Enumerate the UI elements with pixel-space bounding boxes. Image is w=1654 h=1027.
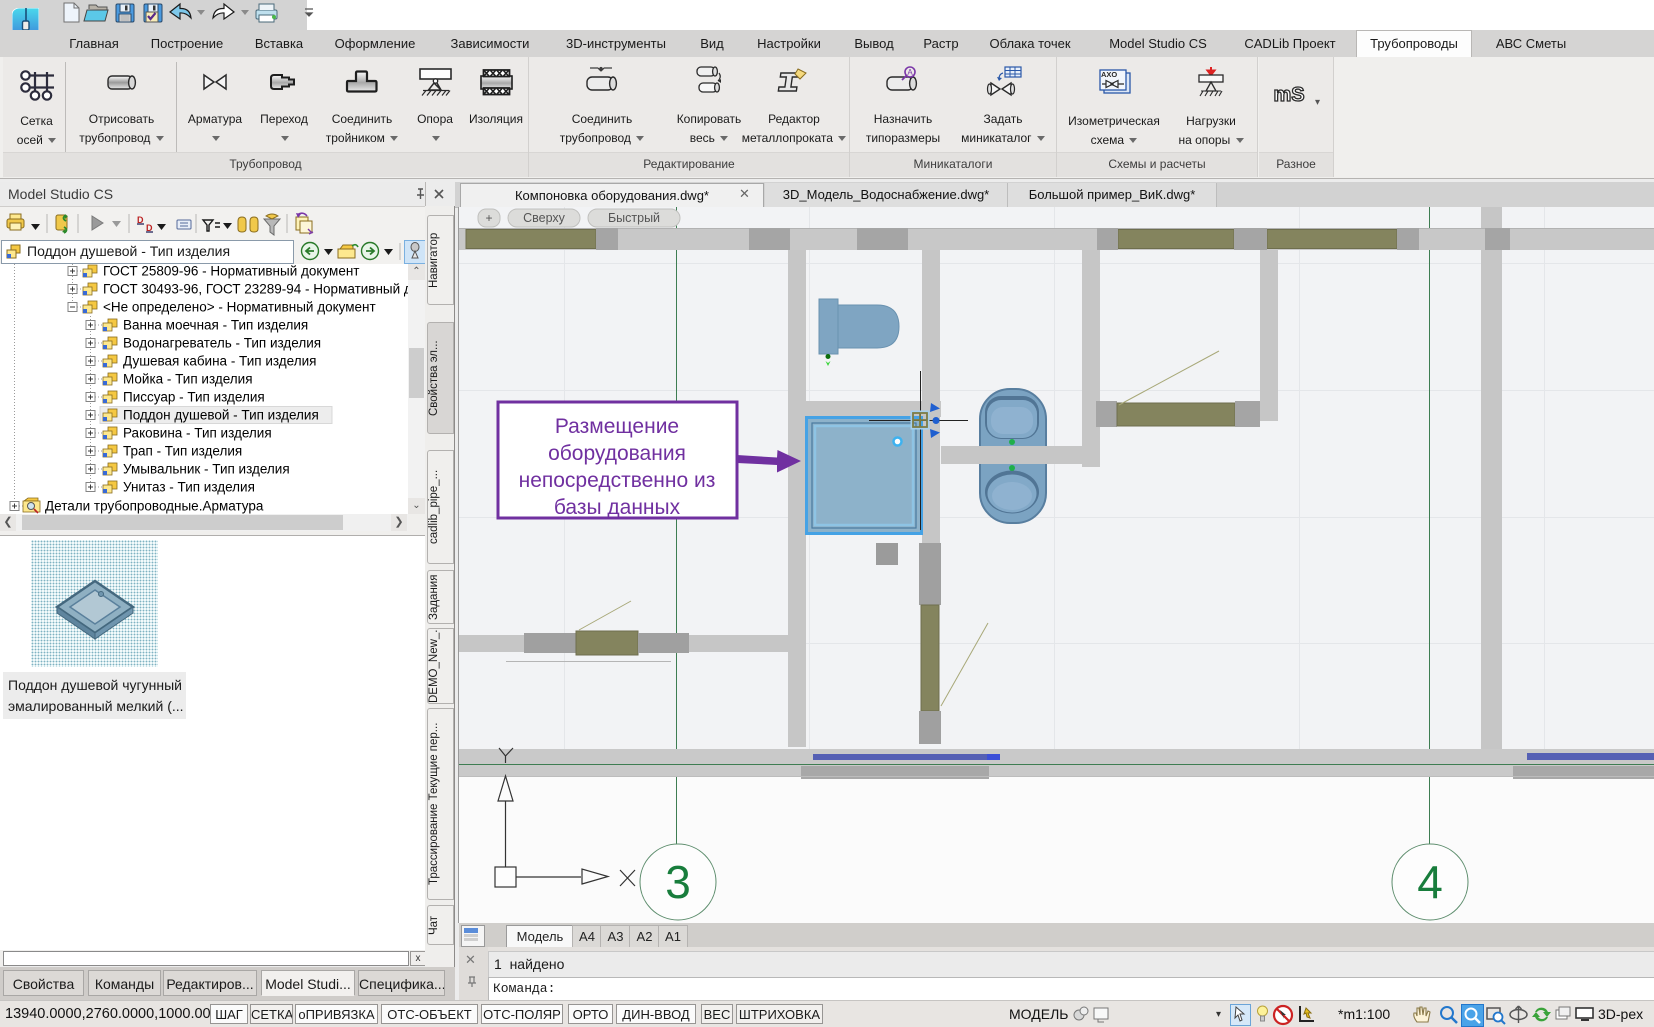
svg-text:Ванна моечная - Тип изделия: Ванна моечная - Тип изделия [123,318,308,333]
svg-text:Детали трубопроводные.Арматура: Детали трубопроводные.Арматура [45,499,264,514]
svg-text:mS: mS [1273,84,1304,106]
svg-text:Раковина - Тип изделия: Раковина - Тип изделия [123,426,272,441]
svg-text:<Не определено> - Нормативный: <Не определено> - Нормативный документ [103,300,376,315]
svg-text:Размещение: Размещение [555,415,679,438]
svg-text:Водонагреватель - Тип изделия: Водонагреватель - Тип изделия [123,336,321,351]
svg-text:Душевая кабина - Тип изделия: Душевая кабина - Тип изделия [123,354,316,369]
svg-text:A: A [907,68,913,77]
svg-text:ГОСТ 25809-96 - Нормативный до: ГОСТ 25809-96 - Нормативный документ [103,264,359,279]
svg-text:Трап - Тип изделия: Трап - Тип изделия [123,444,242,459]
svg-text:Сверху: Сверху [523,211,566,225]
svg-text:Поддон душевой - Тип изделия: Поддон душевой - Тип изделия [123,408,319,423]
svg-text:+: + [485,211,492,225]
svg-text:4: 4 [1417,856,1443,908]
svg-text:3: 3 [665,856,691,908]
svg-text:AXO: AXO [1101,70,1117,79]
svg-text:Писсуар - Тип изделия: Писсуар - Тип изделия [123,390,265,405]
svg-text:оборудования: оборудования [548,442,686,465]
svg-text:Быстрый: Быстрый [608,211,660,225]
svg-text:непосредственно из: непосредственно из [519,469,716,492]
svg-text:Унитаз - Тип изделия: Унитаз - Тип изделия [123,480,255,495]
svg-text:Мойка - Тип изделия: Мойка - Тип изделия [123,372,253,387]
svg-text:базы данных: базы данных [554,496,681,519]
svg-text:ГОСТ 30493-96, ГОСТ 23289-94 -: ГОСТ 30493-96, ГОСТ 23289-94 - Нормативн… [103,282,408,297]
svg-text:Умывальник - Тип изделия: Умывальник - Тип изделия [123,462,290,477]
